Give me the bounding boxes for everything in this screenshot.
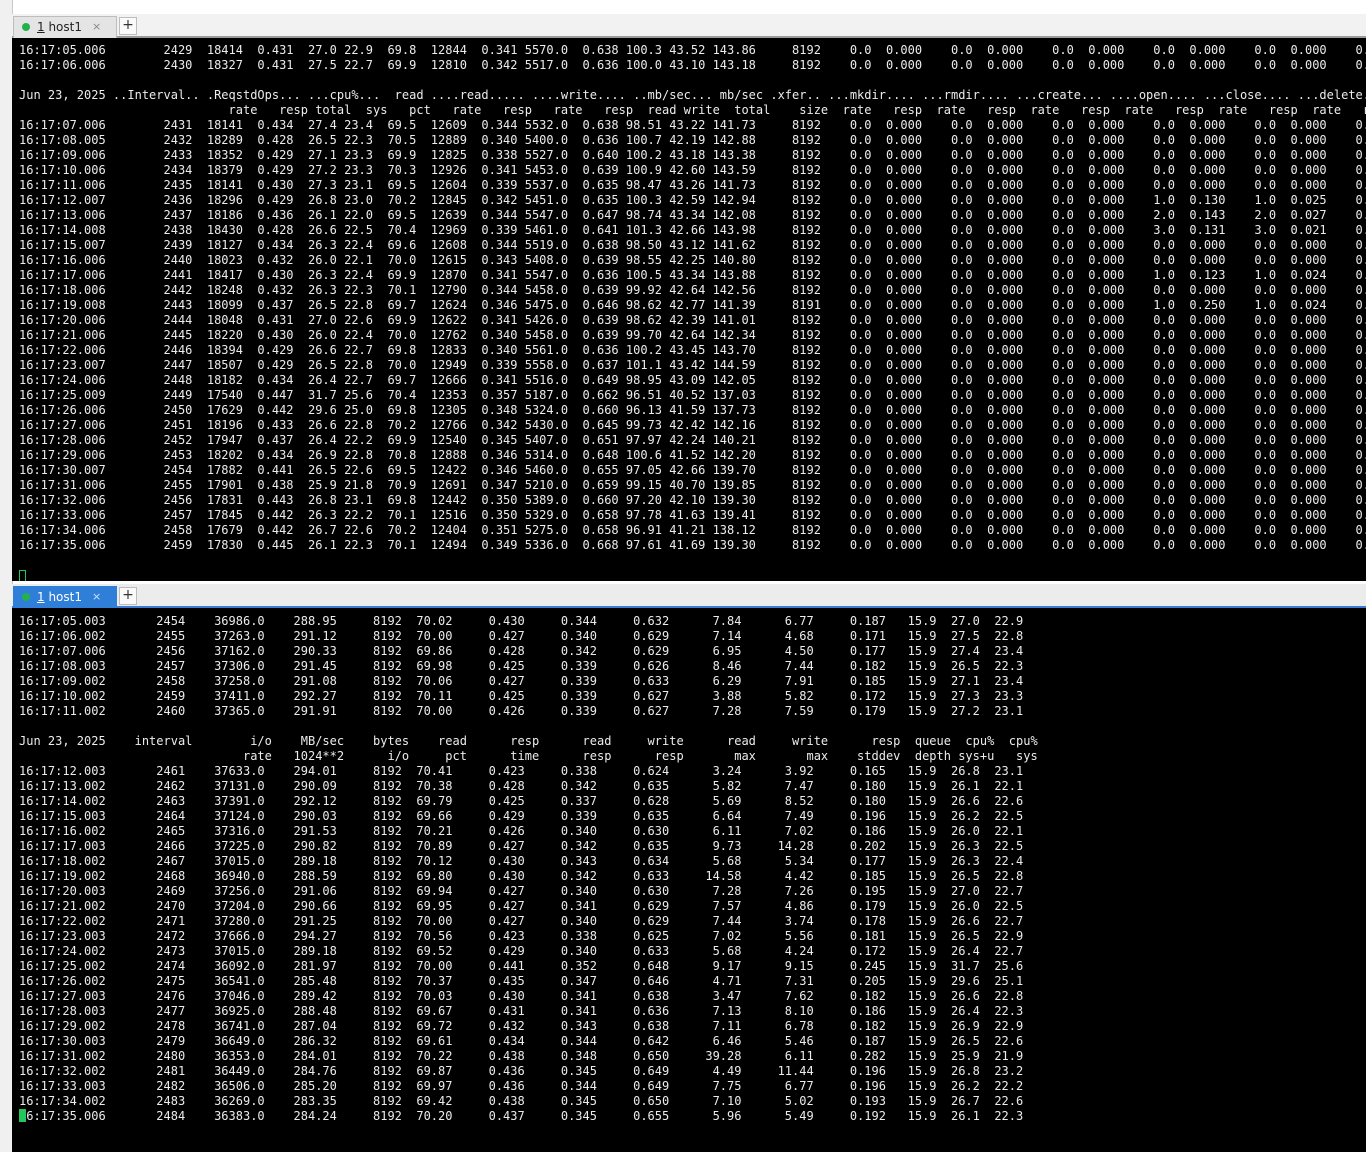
terminal-line: Jun 23, 2025 interval i/o MB/sec bytes r… [19,734,1038,748]
terminal-line: 16:17:32.006 2456 17831 0.443 26.8 23.1 … [19,493,1366,507]
terminal-line: 16:17:32.002 2481 36449.0 284.76 8192 69… [19,1064,1024,1078]
terminal-line: Jun 23, 2025 ..Interval.. .ReqstdOps... … [19,88,1366,102]
terminal-line: 16:17:22.006 2446 18394 0.429 26.6 22.7 … [19,343,1366,357]
terminal-line: 16:17:35.006 2484 36383.0 284.24 8192 70… [19,1109,1024,1123]
terminal-line: rate 1024**2 i/o pct time resp resp max … [19,749,1038,763]
terminal-line: 16:17:13.002 2462 37131.0 290.09 8192 70… [19,779,1024,793]
terminal-line: 16:17:09.006 2433 18352 0.429 27.1 23.3 … [19,148,1366,162]
terminal-line: 16:17:31.006 2455 17901 0.438 25.9 21.8 … [19,478,1366,492]
terminal-line: 16:17:34.002 2483 36269.0 283.35 8192 69… [19,1094,1024,1108]
terminal-line: 16:17:24.006 2448 18182 0.434 26.4 22.7 … [19,373,1366,387]
terminal-output: 16:17:05.003 2454 36986.0 288.95 8192 70… [12,608,1366,1124]
terminal-line: 16:17:05.003 2454 36986.0 288.95 8192 70… [19,614,1024,628]
terminal-line: 16:17:21.002 2470 37204.0 290.66 8192 69… [19,899,1024,913]
terminal-line: 16:17:26.002 2475 36541.0 285.48 8192 70… [19,974,1024,988]
terminal-output: 16:17:05.006 2429 18414 0.431 27.0 22.9 … [12,38,1366,553]
terminal-line: 16:17:12.007 2436 18296 0.429 26.8 23.0 … [19,193,1366,207]
terminal-line: 16:17:15.007 2439 18127 0.434 26.3 22.4 … [19,238,1366,252]
terminal-line: 16:17:23.003 2472 37666.0 294.27 8192 70… [19,929,1024,943]
terminal-line: 16:17:25.009 2449 17540 0.447 31.7 25.6 … [19,388,1366,402]
terminal-screen[interactable]: 16:17:05.006 2429 18414 0.431 27.0 22.9 … [12,38,1366,581]
terminal-line: 16:17:15.003 2464 37124.0 290.03 8192 69… [19,809,1024,823]
terminal-line: 16:17:09.002 2458 37258.0 291.08 8192 70… [19,674,1024,688]
connected-status-icon [22,23,30,31]
terminal-line: 16:17:24.002 2473 37015.0 289.18 8192 69… [19,944,1024,958]
terminal-line: 16:17:29.006 2453 18202 0.434 26.9 22.8 … [19,448,1366,462]
terminal-line: 16:17:31.002 2480 36353.0 284.01 8192 70… [19,1049,1024,1063]
terminal-line: 16:17:16.006 2440 18023 0.432 26.0 22.1 … [19,253,1366,267]
terminal-line: 16:17:11.006 2435 18141 0.430 27.3 23.1 … [19,178,1366,192]
terminal-pane-bottom: 1 host1 × + 16:17:05.003 2454 36986.0 28… [12,584,1366,1152]
terminal-line: 16:17:35.006 2459 17830 0.445 26.1 22.3 … [19,538,1366,552]
terminal-line: 16:17:06.002 2455 37263.0 291.12 8192 70… [19,629,1024,643]
terminal-line: 16:17:08.003 2457 37306.0 291.45 8192 69… [19,659,1024,673]
terminal-line: 16:17:18.006 2442 18248 0.432 26.3 22.3 … [19,283,1366,297]
close-tab-icon[interactable]: × [92,590,101,603]
terminal-line: 16:17:06.006 2430 18327 0.431 27.5 22.7 … [19,58,1366,72]
terminal-line: 16:17:27.003 2476 37046.0 289.42 8192 70… [19,989,1024,1003]
terminal-line: 16:17:28.003 2477 36925.0 288.48 8192 69… [19,1004,1024,1018]
terminal-line: 16:17:33.006 2457 17845 0.442 26.3 22.2 … [19,508,1366,522]
terminal-line: 16:17:29.002 2478 36741.0 287.04 8192 69… [19,1019,1024,1033]
terminal-line: 16:17:14.002 2463 37391.0 292.12 8192 69… [19,794,1024,808]
terminal-line: 16:17:05.006 2429 18414 0.431 27.0 22.9 … [19,43,1366,57]
terminal-line: 16:17:20.006 2444 18048 0.431 27.0 22.6 … [19,313,1366,327]
terminal-screen[interactable]: 16:17:05.003 2454 36986.0 288.95 8192 70… [12,608,1366,1152]
tab-label: 1 host1 [37,590,82,604]
terminal-cursor [19,570,26,581]
terminal-line: 16:17:14.008 2438 18430 0.428 26.6 22.5 … [19,223,1366,237]
new-tab-button[interactable]: + [119,17,137,35]
terminal-cursor [19,1109,26,1122]
tab-host1[interactable]: 1 host1 × [13,16,117,38]
terminal-line: 16:17:27.006 2451 18196 0.433 26.6 22.8 … [19,418,1366,432]
terminal-line: 16:17:19.008 2443 18099 0.437 26.5 22.8 … [19,298,1366,312]
tab-label: 1 host1 [37,20,82,34]
terminal-line: 16:17:13.006 2437 18186 0.436 26.1 22.0 … [19,208,1366,222]
tab-bar: 1 host1 × + [12,14,1366,38]
terminal-line: 16:17:33.003 2482 36506.0 285.20 8192 69… [19,1079,1024,1093]
terminal-line: 16:17:10.006 2434 18379 0.429 27.2 23.3 … [19,163,1366,177]
terminal-line: 16:17:22.002 2471 37280.0 291.25 8192 70… [19,914,1024,928]
terminal-line: 16:17:07.006 2456 37162.0 290.33 8192 69… [19,644,1024,658]
terminal-line: 16:17:12.003 2461 37633.0 294.01 8192 70… [19,764,1024,778]
new-tab-button[interactable]: + [119,587,137,605]
terminal-line: 16:17:30.007 2454 17882 0.441 26.5 22.6 … [19,463,1366,477]
terminal-line: 16:17:07.006 2431 18141 0.434 27.4 23.4 … [19,118,1366,132]
tab-bar: 1 host1 × + [12,584,1366,608]
terminal-line: 16:17:19.002 2468 36940.0 288.59 8192 69… [19,869,1024,883]
tab-host1-active[interactable]: 1 host1 × [13,586,117,608]
terminal-line: 16:17:26.006 2450 17629 0.442 29.6 25.0 … [19,403,1366,417]
terminal-line: 16:17:30.003 2479 36649.0 286.32 8192 69… [19,1034,1024,1048]
terminal-line: 16:17:08.005 2432 18289 0.428 26.5 22.3 … [19,133,1366,147]
terminal-line: 16:17:25.002 2474 36092.0 281.97 8192 70… [19,959,1024,973]
connected-status-icon [22,593,30,601]
terminal-line: 16:17:18.002 2467 37015.0 289.18 8192 70… [19,854,1024,868]
terminal-line: 16:17:23.007 2447 18507 0.429 26.5 22.8 … [19,358,1366,372]
terminal-line: 16:17:34.006 2458 17679 0.442 26.7 22.6 … [19,523,1366,537]
terminal-pane-top: 1 host1 × + 16:17:05.006 2429 18414 0.43… [12,14,1366,581]
terminal-line: 16:17:17.006 2441 18417 0.430 26.3 22.4 … [19,268,1366,282]
terminal-line: 16:17:17.003 2466 37225.0 290.82 8192 70… [19,839,1024,853]
terminal-line: 16:17:20.003 2469 37256.0 291.06 8192 69… [19,884,1024,898]
terminal-line: 16:17:16.002 2465 37316.0 291.53 8192 70… [19,824,1024,838]
terminal-line: 16:17:11.002 2460 37365.0 291.91 8192 70… [19,704,1024,718]
terminal-line: 16:17:21.006 2445 18220 0.430 26.0 22.4 … [19,328,1366,342]
terminal-line: 16:17:10.002 2459 37411.0 292.27 8192 70… [19,689,1024,703]
close-tab-icon[interactable]: × [92,20,101,33]
terminal-line: rate resp total sys pct rate resp rate r… [19,103,1366,117]
terminal-line: 16:17:28.006 2452 17947 0.437 26.4 22.2 … [19,433,1366,447]
